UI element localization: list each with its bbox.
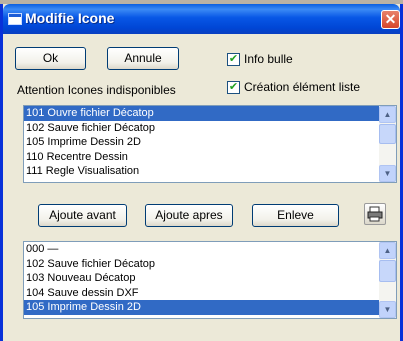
window-title: Modifie Icone bbox=[25, 10, 115, 26]
toolbar-icons-items: 000 —102 Sauve fichier Décatop 103 Nouvea… bbox=[24, 242, 396, 315]
list-item[interactable]: 105 Imprime Dessin 2D bbox=[24, 135, 396, 150]
scroll-thumb[interactable] bbox=[379, 260, 396, 282]
toolbar-icons-list[interactable]: 000 —102 Sauve fichier Décatop 103 Nouvea… bbox=[23, 241, 397, 319]
modifie-icone-dialog: Modifie Icone ✕ Ok Annule ✔ Info bulle ✔… bbox=[0, 4, 403, 341]
available-icons-list[interactable]: 101 Ouvre fichier Décatop 102 Sauve fichi… bbox=[23, 105, 397, 183]
available-icons-items: 101 Ouvre fichier Décatop 102 Sauve fichi… bbox=[24, 106, 396, 179]
scroll-thumb[interactable] bbox=[379, 124, 396, 144]
add-after-button[interactable]: Ajoute apres bbox=[145, 204, 233, 227]
list-item[interactable]: 105 Imprime Dessin 2D bbox=[24, 300, 396, 315]
toolbar-icons-scrollbar[interactable]: ▲ ▼ bbox=[379, 242, 396, 318]
remove-button[interactable]: Enleve bbox=[252, 204, 339, 227]
close-icon: ✕ bbox=[384, 11, 397, 27]
arrow-down-icon[interactable]: ▼ bbox=[379, 165, 396, 182]
unavailable-icons-warning: Attention Icones indisponibles bbox=[17, 83, 176, 97]
arrow-up-icon[interactable]: ▲ bbox=[379, 242, 396, 259]
checkbox-check-icon[interactable]: ✔ bbox=[227, 81, 240, 94]
checkbox-check-icon[interactable]: ✔ bbox=[227, 53, 240, 66]
cancel-button[interactable]: Annule bbox=[107, 47, 179, 70]
ok-button[interactable]: Ok bbox=[15, 47, 86, 70]
list-item[interactable]: 101 Ouvre fichier Décatop bbox=[24, 106, 396, 121]
list-item[interactable]: 110 Recentre Dessin bbox=[24, 150, 396, 165]
list-item[interactable]: 111 Regle Visualisation bbox=[24, 164, 396, 179]
printer-icon bbox=[367, 206, 383, 222]
title-bar[interactable]: Modifie Icone ✕ bbox=[3, 4, 400, 34]
list-item[interactable]: 103 Nouveau Décatop bbox=[24, 271, 396, 286]
list-item[interactable]: 102 Sauve fichier Décatop bbox=[24, 257, 396, 272]
available-icons-scrollbar[interactable]: ▲ ▼ bbox=[379, 106, 396, 182]
print-button[interactable] bbox=[364, 203, 386, 225]
creation-element-liste-label: Création élément liste bbox=[244, 80, 361, 94]
arrow-up-icon[interactable]: ▲ bbox=[379, 106, 396, 123]
window-icon bbox=[8, 13, 22, 25]
list-item[interactable]: 104 Sauve dessin DXF bbox=[24, 286, 396, 301]
list-item[interactable]: 000 — bbox=[24, 242, 396, 257]
info-bulle-label: Info bulle bbox=[244, 52, 293, 66]
arrow-down-icon[interactable]: ▼ bbox=[379, 301, 396, 318]
add-before-button[interactable]: Ajoute avant bbox=[38, 204, 127, 227]
close-button[interactable]: ✕ bbox=[381, 10, 400, 29]
list-item[interactable]: 102 Sauve fichier Décatop bbox=[24, 121, 396, 136]
